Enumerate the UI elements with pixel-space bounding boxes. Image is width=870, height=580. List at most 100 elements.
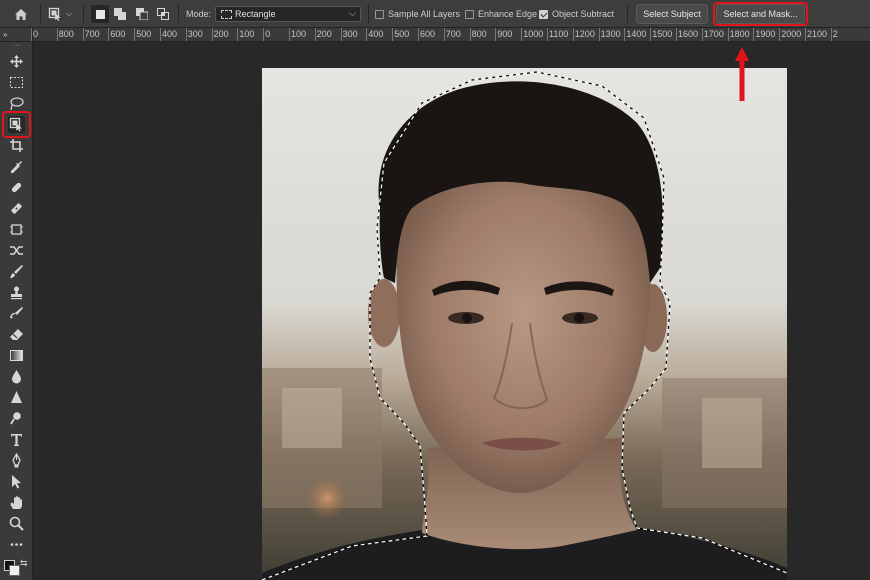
eraser-icon — [10, 329, 23, 340]
object-subtract-option[interactable]: Object Subtract — [539, 0, 614, 28]
ruler-tick — [727, 28, 729, 41]
subtract-from-selection-button[interactable] — [133, 5, 151, 23]
ruler-tick — [753, 28, 755, 41]
ruler-tick — [160, 28, 161, 41]
ruler-label: 1800 — [729, 29, 750, 39]
mode-dropdown[interactable]: Rectangle ⌵ — [215, 6, 361, 22]
ruler-tick — [314, 28, 316, 41]
dodge-tool[interactable] — [8, 410, 25, 427]
history-brush-tool[interactable] — [8, 305, 25, 322]
edit-toolbar[interactable] — [8, 536, 25, 553]
patch-tool[interactable] — [8, 200, 25, 217]
ruler-label: 400 — [368, 29, 384, 39]
type-tool[interactable] — [8, 431, 25, 448]
zoom-tool[interactable] — [8, 515, 25, 532]
move-tool[interactable] — [8, 53, 25, 70]
enhance-edge-checkbox[interactable] — [465, 9, 474, 19]
mode-value: Rectangle — [235, 9, 276, 19]
pen-tool[interactable] — [8, 452, 25, 469]
clone-stamp-tool[interactable] — [8, 284, 25, 301]
ruler-tick — [340, 28, 342, 41]
add-to-selection-button[interactable] — [111, 5, 129, 23]
enhance-edge-option[interactable]: Enhance Edge — [465, 0, 537, 28]
spot-healing-brush-tool[interactable] — [8, 179, 25, 196]
enhance-edge-label: Enhance Edge — [478, 9, 538, 19]
object-selection-icon — [48, 7, 61, 21]
ruler-label: 800 — [471, 29, 487, 39]
ruler-label: 2000 — [781, 29, 802, 39]
blur-tool[interactable] — [8, 368, 25, 385]
panel-collapse-toggle[interactable]: » — [0, 28, 33, 41]
pen-icon — [12, 453, 21, 468]
ruler-tick — [547, 28, 548, 41]
ruler-tick — [31, 28, 32, 41]
ruler-tick — [701, 28, 703, 41]
ruler-label: 1000 — [523, 29, 544, 39]
ruler-label: 200 — [213, 29, 229, 39]
ruler-label: 600 — [420, 29, 436, 39]
new-selection-button[interactable] — [91, 5, 109, 23]
document-canvas[interactable] — [33, 42, 870, 580]
ruler-tick — [108, 28, 110, 41]
sample-all-layers-option[interactable]: Sample All Layers — [375, 0, 460, 28]
sharpen-tool[interactable] — [8, 389, 25, 406]
ruler-label: 700 — [84, 29, 100, 39]
color-swatches[interactable]: ⇆ — [4, 558, 28, 578]
ruler-label: 1100 — [549, 29, 569, 39]
eyedropper-icon — [11, 161, 22, 173]
gradient-tool[interactable] — [8, 347, 25, 364]
ruler-label: 1400 — [626, 29, 647, 39]
path-selection-icon — [12, 475, 21, 489]
ruler-tick — [521, 28, 523, 41]
ruler-tick — [624, 28, 626, 41]
select-and-mask-highlight — [713, 2, 808, 26]
ruler-label: 1700 — [703, 29, 724, 39]
dodge-icon — [10, 412, 21, 425]
eyedropper-tool[interactable] — [8, 158, 25, 175]
ruler-label: 200 — [316, 29, 332, 39]
horizontal-ruler: » 0 800 700 600 500 400 300 200 100 0 100 200 300 400… — [0, 28, 870, 42]
hand-tool[interactable] — [8, 494, 25, 511]
frame-icon — [10, 224, 23, 235]
spot-healing-brush-icon — [11, 182, 22, 193]
toolbar-grip[interactable]: ··· — [0, 42, 33, 50]
ruler-tick — [469, 28, 471, 41]
portrait-photo — [262, 68, 787, 580]
sample-all-layers-label: Sample All Layers — [388, 9, 461, 19]
home-button[interactable] — [8, 0, 34, 28]
object-subtract-checkbox[interactable] — [539, 9, 548, 19]
ruler-tick — [779, 28, 781, 41]
select-subject-button[interactable]: Select Subject — [636, 4, 708, 24]
eraser-tool[interactable] — [8, 326, 25, 343]
ruler-tick — [211, 28, 213, 41]
options-bar: ⌵ Mode: Rectangle ⌵ Sample All Layers En… — [0, 0, 870, 28]
frame-tool[interactable] — [8, 221, 25, 238]
add-selection-icon — [114, 8, 126, 20]
lasso-tool[interactable] — [8, 95, 25, 112]
intersect-selection-button[interactable] — [154, 5, 172, 23]
bokeh-light — [305, 476, 349, 520]
ruler-label: 2100 — [807, 29, 828, 39]
ruler-tick — [263, 28, 265, 41]
ruler-label: 1300 — [600, 29, 621, 39]
brush-icon — [10, 265, 23, 278]
ruler-tick — [185, 28, 187, 41]
ruler-tick — [237, 28, 239, 41]
subtract-selection-icon — [136, 8, 148, 20]
crop-tool[interactable] — [8, 137, 25, 154]
move-icon — [10, 55, 23, 68]
tool-preset-picker[interactable]: ⌵ — [48, 0, 78, 28]
object-selection-tool[interactable] — [8, 116, 25, 133]
rectangular-marquee-tool[interactable] — [8, 74, 25, 91]
content-aware-move-tool[interactable] — [8, 242, 25, 259]
brush-tool[interactable] — [8, 263, 25, 280]
lasso-icon — [10, 97, 24, 111]
ruler-tick — [830, 28, 832, 41]
sample-all-layers-checkbox[interactable] — [375, 9, 384, 19]
ruler-tick — [598, 28, 600, 41]
ruler-tick — [289, 28, 290, 41]
path-selection-tool[interactable] — [8, 473, 25, 490]
ruler-label: 0 — [265, 29, 271, 39]
home-icon — [15, 8, 27, 20]
blur-icon — [12, 370, 21, 384]
